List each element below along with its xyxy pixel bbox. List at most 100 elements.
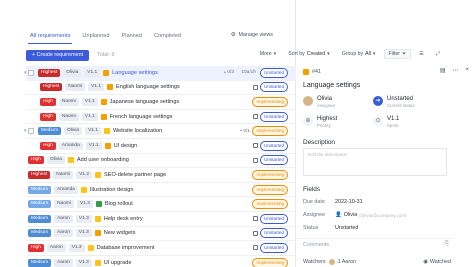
table-row[interactable]: ▾ Medium Olivia V1.1 Website localization ⑂ 0/… [24, 124, 296, 139]
status-badge[interactable]: Unstarted [260, 82, 288, 93]
table-row[interactable]: Medium Aaron V1.3 New widgets Unstarted [26, 227, 296, 242]
assignee-chip: Naomi [54, 200, 74, 209]
view-tabs: All requirements Unplanned Planned Complete… [28, 30, 183, 44]
total-count: Total: 9 [97, 52, 115, 58]
status-badge[interactable]: Unstarted [260, 213, 288, 224]
tab-unplanned[interactable]: Unplanned [80, 31, 111, 43]
assignee-chip: Aaron [54, 229, 73, 238]
sprint-summary[interactable]: ⊙ V1.1 Sprint [373, 116, 399, 128]
version-chip: V1.2 [76, 170, 93, 179]
table-row[interactable]: Highest Naomi V1.2 SEO-delete partner page I… [26, 168, 296, 183]
requirement-type-icon [107, 84, 114, 91]
requirement-title[interactable]: Database improvement [97, 245, 155, 251]
subtask-count: ⑂ 0/1 [239, 128, 250, 135]
table-row[interactable]: Highest Naomi V1.1 English language setting… [26, 81, 296, 96]
requirement-title[interactable]: Blog rollout [105, 201, 133, 207]
table-row[interactable]: High Olivia Add user onboarding Unstarted [26, 154, 296, 169]
status-badge[interactable]: Implementing [252, 199, 288, 210]
requirement-title[interactable]: UI upgrade [104, 260, 132, 266]
status-badge[interactable]: Implementing [252, 257, 288, 267]
expand-toggle-icon[interactable]: ▾ [24, 70, 27, 76]
requirement-type-icon [103, 69, 110, 76]
fields-heading: Fields [303, 186, 321, 193]
table-row[interactable]: High Naomi V1.1 Japanese language settings I… [26, 95, 296, 110]
more-dropdown[interactable]: More ▾ [256, 49, 280, 59]
table-row[interactable]: High Aaron V1.3 Database improvement Unstart… [26, 241, 296, 256]
row-checkbox[interactable] [28, 128, 34, 135]
detail-title: Language settings [303, 82, 361, 89]
requirement-title[interactable]: Language settings [112, 70, 158, 76]
comments-input[interactable]: Comments ⎘ [297, 238, 453, 250]
subtask-icon [253, 143, 258, 149]
requirement-type-icon [104, 142, 111, 149]
requirement-title[interactable]: Website localization [113, 128, 162, 134]
tab-completed[interactable]: Completed [152, 31, 183, 43]
tab-all-requirements[interactable]: All requirements [28, 31, 73, 44]
status-badge[interactable]: Unstarted [260, 111, 288, 122]
table-row[interactable]: Medium Aaron V1.3 Help desk entry Unstarted [26, 212, 296, 227]
subtask-icon [253, 114, 258, 120]
table-row[interactable]: Medium Naomi V1.3 Blog rollout Implementing [26, 197, 296, 212]
status-badge[interactable]: Implementing [252, 126, 288, 137]
version-chip: V1.3 [68, 243, 85, 252]
version-chip: V1.1 [81, 97, 98, 106]
priority-badge: High [40, 141, 56, 150]
version-chip: V1.1 [85, 141, 102, 150]
priority-badge: High [28, 243, 44, 252]
row-checkbox[interactable] [28, 69, 34, 76]
expand-toggle-icon[interactable]: ▾ [24, 128, 27, 134]
table-row[interactable]: Medium Amanda Illustration design Implement… [26, 183, 296, 198]
requirement-type-icon [94, 215, 101, 222]
status-badge[interactable]: Implementing [252, 169, 288, 180]
status-badge[interactable]: Unstarted [260, 155, 288, 166]
subtask-count: ⑂ 0/3 [223, 70, 234, 76]
requirement-title[interactable]: SEO-delete partner page [104, 172, 166, 178]
status-badge[interactable]: Unstarted [260, 228, 288, 239]
tab-planned[interactable]: Planned [119, 31, 144, 43]
table-row[interactable]: High Naomi V1.1 French language settings Uns… [26, 110, 296, 125]
epic-icon [303, 69, 309, 75]
requirement-type-icon [67, 157, 74, 164]
status-field[interactable]: Status Unstarted [303, 222, 447, 234]
subtask-count-value: 0/3 [227, 70, 234, 76]
requirement-title[interactable]: Add user onboarding [77, 157, 129, 163]
assignee-chip: Naomi [53, 170, 74, 179]
table-row[interactable]: High Amanda V1.1 UI design Unstarted [26, 139, 296, 154]
requirement-title[interactable]: Japanese language settings [110, 99, 180, 105]
assignee-chip: Aaron [46, 243, 66, 252]
assignee-summary[interactable]: Olivia Assignee [303, 96, 335, 108]
detail-actions: ▤ ⋯ × [440, 67, 469, 74]
create-requirement-button[interactable]: + Create requirement [26, 49, 90, 61]
requirement-detail-panel: #41 ▤ ⋯ × Language settings Olivia Assig… [297, 0, 474, 267]
status-badge[interactable]: Unstarted [260, 67, 288, 78]
requirement-type-icon [103, 128, 110, 135]
watched-button[interactable]: ◉ Watched [423, 259, 451, 265]
assignee-field[interactable]: Assignee 👤 Olivia (Olivia@company.com) [303, 209, 447, 221]
assignee-chip: Naomi [58, 97, 79, 106]
requirement-title[interactable]: UI design [114, 143, 138, 149]
priority-summary[interactable]: ⊕ Highest Priority [303, 116, 337, 128]
more-icon[interactable]: ⋯ [452, 67, 458, 74]
requirement-title[interactable]: Help desk entry [104, 216, 143, 222]
attachment-icon[interactable]: ⎘ [445, 241, 449, 248]
manage-views-button[interactable]: ⚙ Manage views [231, 32, 273, 38]
description-input[interactable]: Edit the description [303, 148, 447, 176]
status-badge[interactable]: Implementing [252, 96, 288, 107]
table-row[interactable]: Medium Aaron V1.3 UI upgrade Implementing [26, 256, 296, 267]
requirement-title[interactable]: English language settings [116, 84, 180, 90]
due-date-field[interactable]: Due date 2022-10-31 [303, 196, 447, 208]
subtask-icon: ⑂ [223, 70, 227, 76]
close-icon[interactable]: × [465, 67, 469, 74]
requirement-title[interactable]: French language settings [110, 114, 173, 120]
table-row[interactable]: ▾ Highest Olivia V1.1 Language settings ⑂ 0/3 1… [24, 66, 296, 81]
version-chip: V1.1 [85, 127, 101, 136]
requirement-type-icon [87, 244, 94, 251]
status-badge[interactable]: Unstarted [260, 242, 288, 253]
detail-footer: Watchers 1 Aaron ◉ Watched [303, 258, 451, 265]
status-badge[interactable]: Unstarted [260, 140, 288, 151]
status-summary[interactable]: ➜ Unstarted Current status [373, 96, 415, 108]
requirement-title[interactable]: New widgets [104, 230, 136, 236]
status-badge[interactable]: Implementing [252, 184, 288, 195]
requirement-title[interactable]: Illustration design [90, 187, 134, 193]
save-icon[interactable]: ▤ [440, 67, 446, 74]
